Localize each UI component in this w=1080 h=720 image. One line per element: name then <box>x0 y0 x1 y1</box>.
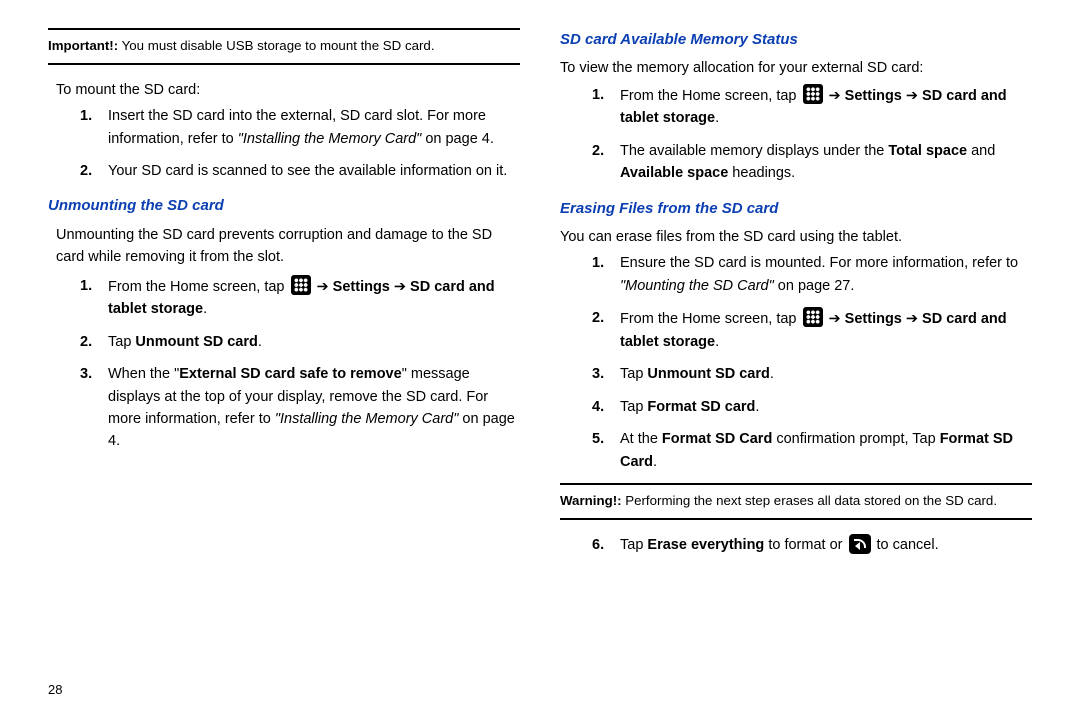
step-text: headings. <box>728 165 795 181</box>
bold-label: Settings <box>333 279 390 295</box>
step-text: . <box>715 110 719 126</box>
list-item: At the Format SD Card confirmation promp… <box>592 428 1032 473</box>
apps-grid-icon <box>291 275 311 295</box>
warning-notice: Warning!: Performing the next step erase… <box>560 483 1032 520</box>
step-text: on page 4. <box>421 131 494 147</box>
step-text: The available memory displays under the <box>620 143 888 159</box>
mount-intro: To mount the SD card: <box>56 79 520 101</box>
step-text: At the <box>620 431 662 447</box>
step-text: Tap <box>620 366 647 382</box>
page-number: 28 <box>48 680 62 700</box>
step-text: to format or <box>764 537 846 553</box>
step-text: Tap <box>620 399 647 415</box>
list-item: Tap Unmount SD card. <box>592 363 1032 385</box>
arrow-icon: ➔ <box>390 276 410 298</box>
step-text: When the " <box>108 366 179 382</box>
list-item: Insert the SD card into the external, SD… <box>80 105 520 150</box>
step-text: on page 27. <box>774 278 855 294</box>
list-item: The available memory displays under the … <box>592 140 1032 185</box>
step-text: and <box>967 143 995 159</box>
step-text: . <box>770 366 774 382</box>
step-text: . <box>715 334 719 350</box>
erasing-heading: Erasing Files from the SD card <box>560 197 1032 220</box>
mount-steps: Insert the SD card into the external, SD… <box>80 105 520 182</box>
arrow-icon: ➔ <box>902 85 922 107</box>
manual-page: Important!: You must disable USB storage… <box>0 0 1080 720</box>
list-item: Tap Format SD card. <box>592 396 1032 418</box>
step-text: From the Home screen, tap <box>108 279 289 295</box>
right-column: SD card Available Memory Status To view … <box>560 28 1032 700</box>
reference-italic: "Installing the Memory Card" <box>238 131 422 147</box>
back-arrow-icon <box>849 534 871 554</box>
list-item: From the Home screen, tap ➔Settings➔SD c… <box>592 307 1032 353</box>
step-text: Tap <box>108 334 135 350</box>
unmounting-heading: Unmounting the SD card <box>48 194 520 217</box>
step-text: . <box>203 301 207 317</box>
bold-label: Total space <box>888 143 967 159</box>
step-text: From the Home screen, tap <box>620 88 801 104</box>
step-text: Your SD card is scanned to see the avail… <box>108 163 507 179</box>
list-item: Ensure the SD card is mounted. For more … <box>592 252 1032 297</box>
step-text: confirmation prompt, Tap <box>772 431 939 447</box>
step-text: . <box>653 454 657 470</box>
step-text: to cancel. <box>873 537 939 553</box>
list-item: From the Home screen, tap ➔Settings➔SD c… <box>80 275 520 321</box>
left-column: Important!: You must disable USB storage… <box>48 28 520 700</box>
bold-label: Format SD Card <box>662 431 772 447</box>
bold-label: Unmount SD card <box>647 366 769 382</box>
unmount-steps: From the Home screen, tap ➔Settings➔SD c… <box>80 275 520 453</box>
bold-label: Available space <box>620 165 728 181</box>
important-notice: Important!: You must disable USB storage… <box>48 28 520 65</box>
erasing-steps-cont: Tap Erase everything to format or to can… <box>592 534 1032 556</box>
bold-label: Erase everything <box>647 537 764 553</box>
bold-label: Settings <box>845 311 902 327</box>
apps-grid-icon <box>803 84 823 104</box>
list-item: Tap Unmount SD card. <box>80 331 520 353</box>
list-item: Your SD card is scanned to see the avail… <box>80 160 520 182</box>
step-text: . <box>258 334 262 350</box>
step-text: From the Home screen, tap <box>620 311 801 327</box>
bold-label: External SD card safe to remove <box>179 366 401 382</box>
arrow-icon: ➔ <box>825 308 845 330</box>
list-item: From the Home screen, tap ➔Settings➔SD c… <box>592 84 1032 130</box>
reference-italic: "Installing the Memory Card" <box>275 411 459 427</box>
list-item: When the "External SD card safe to remov… <box>80 363 520 453</box>
memory-status-steps: From the Home screen, tap ➔Settings➔SD c… <box>592 84 1032 185</box>
list-item: Tap Erase everything to format or to can… <box>592 534 1032 556</box>
warning-text: Performing the next step erases all data… <box>622 493 997 508</box>
memory-status-intro: To view the memory allocation for your e… <box>560 57 1032 79</box>
bold-label: Unmount SD card <box>135 334 257 350</box>
memory-status-heading: SD card Available Memory Status <box>560 28 1032 51</box>
warning-label: Warning!: <box>560 493 622 508</box>
bold-label: Settings <box>845 88 902 104</box>
apps-grid-icon <box>803 307 823 327</box>
unmount-intro: Unmounting the SD card prevents corrupti… <box>56 224 520 269</box>
reference-italic: "Mounting the SD Card" <box>620 278 774 294</box>
important-text: You must disable USB storage to mount th… <box>118 38 434 53</box>
bold-label: Format SD card <box>647 399 755 415</box>
arrow-icon: ➔ <box>825 85 845 107</box>
step-text: . <box>755 399 759 415</box>
erasing-steps: Ensure the SD card is mounted. For more … <box>592 252 1032 473</box>
important-label: Important!: <box>48 38 118 53</box>
arrow-icon: ➔ <box>313 276 333 298</box>
step-text: Tap <box>620 537 647 553</box>
arrow-icon: ➔ <box>902 308 922 330</box>
step-text: Ensure the SD card is mounted. For more … <box>620 255 1018 271</box>
erasing-intro: You can erase files from the SD card usi… <box>560 226 1032 248</box>
